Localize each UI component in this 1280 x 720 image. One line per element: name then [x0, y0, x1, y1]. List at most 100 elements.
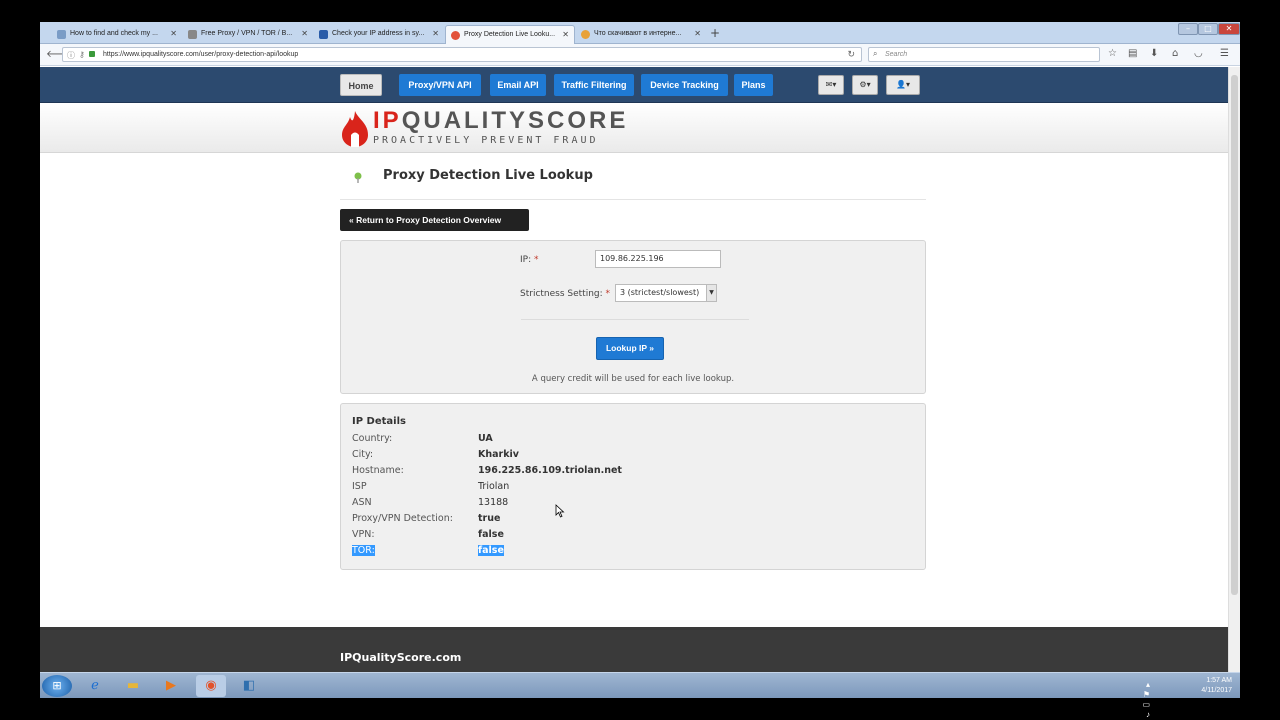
favicon-icon — [188, 30, 197, 39]
user-dropdown[interactable]: 👤▾ — [886, 75, 920, 95]
ip-label: IP: * — [520, 255, 539, 265]
favicon-icon — [57, 30, 66, 39]
site-navbar: Home Proxy/VPN API Email API Traffic Fil… — [40, 67, 1240, 103]
detail-value: false — [478, 545, 504, 556]
page-title: Proxy Detection Live Lookup — [383, 168, 593, 183]
envelope-icon: ✉▾ — [825, 80, 837, 89]
close-tab-icon[interactable]: ✕ — [170, 29, 177, 38]
detail-key: Proxy/VPN Detection: — [352, 513, 453, 524]
lock-icon — [89, 51, 95, 57]
media-player-icon[interactable]: ▶ — [156, 675, 186, 697]
clock-date: 4/11/2017 — [1201, 687, 1232, 694]
scroll-thumb[interactable] — [1231, 75, 1238, 595]
detail-key: VPN: — [352, 529, 375, 540]
nav-plans[interactable]: Plans — [734, 74, 773, 96]
pocket-icon[interactable]: ◡ — [1194, 48, 1203, 59]
ip-details-panel: IP Details Country: UA City: Kharkiv Hos… — [340, 403, 926, 570]
detail-key: City: — [352, 449, 374, 460]
detail-key: Hostname: — [352, 465, 404, 476]
minimize-button[interactable]: – — [1178, 23, 1198, 35]
logo-wordmark[interactable]: IPQUALITYSCORE — [373, 107, 628, 135]
clock-time: 1:57 AM — [1206, 677, 1232, 684]
nav-traffic-filtering[interactable]: Traffic Filtering — [554, 74, 634, 96]
url-bar[interactable]: ⓘ ⚷ https://www.ipqualityscore.com/user/… — [62, 47, 862, 62]
detail-row: Country: UA — [352, 433, 912, 449]
lookup-ip-button[interactable]: Lookup IP » — [596, 337, 664, 360]
browser-toolbar: 🡐 ⓘ ⚷ https://www.ipqualityscore.com/use… — [40, 44, 1240, 66]
chevron-down-icon: ▼ — [706, 285, 716, 301]
download-icon[interactable]: ⬇ — [1150, 48, 1158, 59]
virtualbox-icon[interactable]: ◧ — [234, 675, 264, 697]
return-overview-button[interactable]: « Return to Proxy Detection Overview — [340, 209, 529, 231]
detail-row: VPN: false — [352, 529, 912, 545]
tab-strip: How to find and check my ... ✕ Free Prox… — [40, 22, 1240, 44]
tab-label: Free Proxy / VPN / TOR / B... — [201, 30, 293, 37]
search-placeholder: Search — [885, 51, 908, 58]
nav-email-api[interactable]: Email API — [490, 74, 546, 96]
site-info-icon[interactable]: ⓘ — [67, 50, 75, 61]
browser-tab-active[interactable]: Proxy Detection Live Looku... ✕ — [445, 25, 575, 44]
flame-logo-icon — [342, 111, 368, 147]
nav-proxy-vpn-api[interactable]: Proxy/VPN API — [399, 74, 481, 96]
home-icon[interactable]: ⌂ — [1172, 48, 1178, 59]
detail-value: true — [478, 513, 501, 524]
strictness-label: Strictness Setting: * — [520, 289, 611, 299]
detail-key: ISP — [352, 481, 367, 492]
cursor-icon — [555, 504, 565, 518]
detail-value: Kharkiv — [478, 449, 519, 460]
detail-value: UA — [478, 433, 493, 444]
settings-dropdown[interactable]: ⚙▾ — [852, 75, 878, 95]
footer-brand[interactable]: IPQualityScore.com — [340, 651, 461, 664]
browser-tab[interactable]: Free Proxy / VPN / TOR / B... ✕ — [183, 25, 313, 44]
tab-label: How to find and check my ... — [70, 30, 158, 37]
close-tab-icon[interactable]: ✕ — [432, 29, 439, 38]
close-window-button[interactable]: ✕ — [1218, 23, 1240, 35]
tab-label: Check your IP address in sy... — [332, 30, 425, 37]
start-button[interactable]: ⊞ — [42, 675, 72, 697]
divider — [521, 319, 749, 320]
taskbar: ⊞ ℯ ▬ ▶ ◉ ◧ ▴ ⚑ ▭ ♪ 1:57 AM 4/11/2017 — [40, 672, 1240, 719]
tray-icons[interactable]: ▴ ⚑ ▭ ♪ — [1142, 680, 1150, 720]
credit-note: A query credit will be used for each liv… — [531, 374, 735, 384]
bookmark-star-icon[interactable]: ☆ — [1108, 48, 1117, 59]
browser-tab[interactable]: Check your IP address in sy... ✕ — [314, 25, 444, 44]
ip-input[interactable]: 109.86.225.196 — [595, 250, 721, 268]
close-tab-icon[interactable]: ✕ — [694, 29, 701, 38]
user-icon: 👤▾ — [896, 80, 910, 89]
nav-home[interactable]: Home — [340, 74, 382, 96]
detail-value: 196.225.86.109.triolan.net — [478, 465, 622, 476]
page-scrollbar[interactable] — [1228, 67, 1240, 697]
system-tray[interactable]: ▴ ⚑ ▭ ♪ 1:57 AM 4/11/2017 — [1142, 676, 1232, 719]
search-icon: ⌕ — [873, 49, 878, 58]
maximize-button[interactable]: □ — [1198, 23, 1218, 35]
tab-label: Что скачивают в интерне... — [594, 30, 682, 37]
divider — [340, 199, 926, 200]
strictness-select[interactable]: 3 (strictest/slowest) ▼ — [615, 284, 717, 302]
messages-dropdown[interactable]: ✉▾ — [818, 75, 844, 95]
browser-tab[interactable]: How to find and check my ... ✕ — [52, 25, 182, 44]
detail-row: ASN 13188 — [352, 497, 912, 513]
logo-band: IPQUALITYSCORE PROACTIVELY PREVENT FRAUD — [40, 103, 1240, 153]
library-icon[interactable]: ▤ — [1128, 48, 1137, 59]
ie-icon[interactable]: ℯ — [80, 675, 110, 697]
logo-tagline: PROACTIVELY PREVENT FRAUD — [373, 135, 599, 146]
nav-device-tracking[interactable]: Device Tracking — [641, 74, 728, 96]
new-tab-button[interactable]: + — [710, 26, 720, 40]
reload-icon[interactable]: ↻ — [847, 49, 855, 60]
detail-value: false — [478, 529, 504, 540]
detail-value: Triolan — [478, 481, 510, 492]
url-text: https://www.ipqualityscore.com/user/prox… — [103, 51, 299, 58]
browser-tab[interactable]: Что скачивают в интерне... ✕ — [576, 25, 706, 44]
firefox-icon[interactable]: ◉ — [196, 675, 226, 697]
detail-key: TOR: — [352, 545, 375, 556]
folder-icon[interactable]: ▬ — [118, 675, 148, 697]
detail-key: ASN — [352, 497, 372, 508]
close-tab-icon[interactable]: ✕ — [301, 29, 308, 38]
menu-icon[interactable]: ☰ — [1220, 48, 1229, 59]
favicon-icon — [451, 31, 460, 40]
close-tab-icon[interactable]: ✕ — [562, 30, 569, 39]
search-box[interactable]: ⌕ Search — [868, 47, 1100, 62]
key-icon: ⚷ — [79, 50, 85, 59]
detail-row: ISP Triolan — [352, 481, 912, 497]
details-title: IP Details — [352, 416, 406, 427]
